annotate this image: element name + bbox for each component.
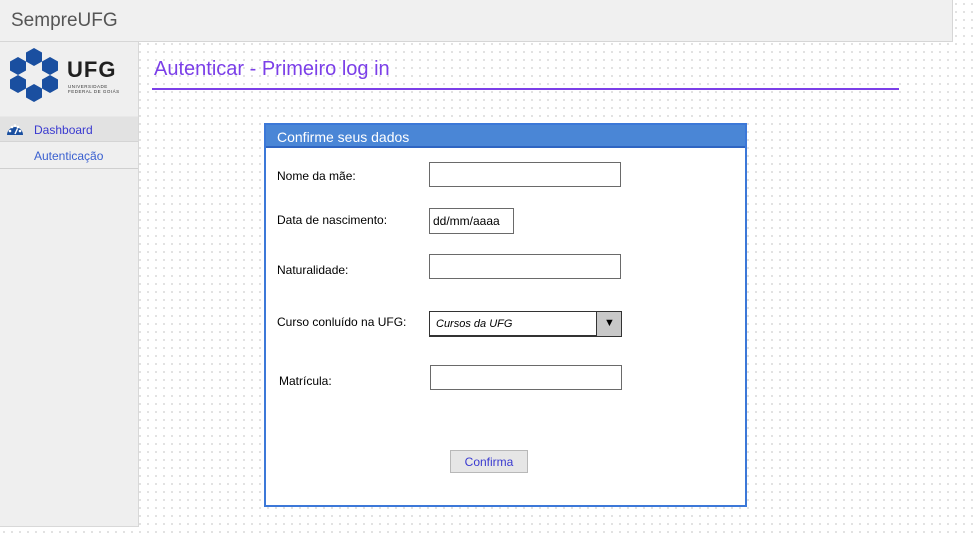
birthplace-label: Naturalidade: bbox=[277, 263, 349, 277]
page-title: Autenticar - Primeiro log in bbox=[154, 58, 390, 80]
course-select[interactable]: Cursos da UFG ▼ bbox=[429, 311, 622, 337]
dropdown-arrow[interactable]: ▼ bbox=[596, 312, 621, 336]
sidebar-item-dashboard[interactable]: Dashboard bbox=[0, 116, 138, 142]
birth-date-input[interactable] bbox=[429, 208, 514, 234]
sidebar-item-label: Autenticação bbox=[34, 149, 104, 163]
panel-header: Confirme seus dados bbox=[266, 125, 745, 148]
confirm-button[interactable]: Confirma bbox=[450, 450, 528, 473]
app-title: SempreUFG bbox=[11, 10, 118, 31]
confirm-data-panel: Confirme seus dados Nome da mãe: Data de… bbox=[264, 123, 747, 507]
ufg-hexagon-icon bbox=[10, 48, 58, 102]
registration-label: Matrícula: bbox=[279, 374, 332, 388]
ufg-logo: UFG Universidade Federal de Goiás bbox=[8, 48, 128, 108]
logo-subtitle: Universidade Federal de Goiás bbox=[68, 84, 120, 94]
chevron-down-icon: ▼ bbox=[604, 317, 615, 329]
sidebar: UFG Universidade Federal de Goiás Dashbo… bbox=[0, 42, 139, 527]
title-divider bbox=[152, 88, 899, 90]
mother-name-label: Nome da mãe: bbox=[277, 169, 356, 183]
birth-date-label: Data de nascimento: bbox=[277, 213, 388, 227]
panel-title: Confirme seus dados bbox=[277, 129, 410, 145]
logo-wordmark: UFG bbox=[67, 57, 117, 82]
mother-name-input[interactable] bbox=[429, 162, 621, 187]
sidebar-item-autenticacao[interactable]: Autenticação bbox=[0, 143, 138, 169]
birthplace-input[interactable] bbox=[429, 254, 621, 279]
course-label: Curso conluído na UFG: bbox=[277, 315, 407, 329]
sidebar-item-label: Dashboard bbox=[34, 123, 93, 137]
top-bar: SempreUFG bbox=[0, 0, 953, 42]
dashboard-icon bbox=[7, 124, 23, 135]
course-select-value: Cursos da UFG bbox=[436, 318, 513, 330]
registration-input[interactable] bbox=[430, 365, 622, 390]
